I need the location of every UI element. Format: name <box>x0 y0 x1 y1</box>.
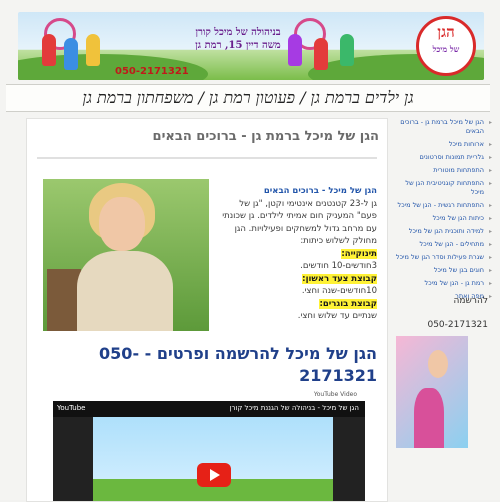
sidebar-item-routine[interactable]: שגרת פעילות וסדר הגן של מיכל <box>392 253 492 262</box>
logo-main-text: הגן <box>437 23 455 41</box>
teacher-photo <box>43 179 209 331</box>
sidebar-item-meals[interactable]: ארוחות מיכל <box>392 140 492 149</box>
post-title[interactable]: הגן של מיכל ברמת גן - ברוכים הבאים <box>153 129 379 144</box>
header-banner[interactable]: בניהולה של מיכל קורן משה דיין 15, רמת גן… <box>18 12 484 80</box>
registration-heading: הגן של מיכל להרשמה ופרטים - -050 2171321 <box>99 344 377 385</box>
header-sign: בניהולה של מיכל קורן משה דיין 15, רמת גן <box>178 26 298 52</box>
group-seniors-text: שנתיים עד שלוש וחצי. <box>297 311 377 321</box>
video-title[interactable]: הגן של מיכל - בניהולה של הגננת מיכל קורן <box>230 404 359 412</box>
group-infants-text: 3חודשים-10 חודשים. <box>300 261 377 271</box>
intro-link[interactable]: הגן של מיכל - ברוכים הבאים <box>217 185 377 198</box>
main-content: הגן של מיכל ברמת גן - ברוכים הבאים הגן ש… <box>26 118 388 502</box>
promo-person <box>414 388 444 448</box>
intro-text: הגן של מיכל - ברוכים הבאים גן ל-23 קטנטנ… <box>217 185 377 323</box>
chair <box>47 269 81 331</box>
child-figure <box>314 38 328 70</box>
child-figure <box>64 38 78 70</box>
sidebar-item-ramat-gan[interactable]: רמת גן - הגן של מיכל <box>392 279 492 288</box>
youtube-logo-text: YouTube <box>57 404 86 412</box>
sidebar: הגן של מיכל ברמת גן - ברוכים הבאים ארוחו… <box>392 118 492 500</box>
sidebar-item-cognitive[interactable]: התפתחות קוגניטיבית הגן של מיכל <box>392 179 492 197</box>
promo-child <box>428 350 448 378</box>
promo-photo <box>396 336 468 448</box>
sign-line-manager: בניהולה של מיכל קורן <box>195 27 281 38</box>
group-seniors-label: קבוצת בוגרים: <box>319 298 377 309</box>
header-phone: 050-2171321 <box>115 66 189 77</box>
group-infants-label: תינוקייה: <box>341 248 377 259</box>
sidebar-item-starting[interactable]: מתחילים - הגן של מיכל <box>392 240 492 249</box>
youtube-video[interactable]: YouTube הגן של מיכל - בניהולה של הגננת מ… <box>53 401 365 501</box>
site-logo[interactable]: הגן של מיכל <box>416 16 476 76</box>
sidebar-item-gallery[interactable]: גלריית תמונות וסרטונים <box>392 153 492 162</box>
child-figure <box>340 34 354 66</box>
sidebar-item-classes[interactable]: כיתות הגן של מיכל <box>392 214 492 223</box>
photo-body <box>77 251 173 331</box>
child-figure <box>86 34 100 66</box>
group-first-step-text: 10חודשים-שנה וחצי. <box>301 286 377 296</box>
register-phone: 050-2171321 <box>427 320 488 330</box>
site-title-bar: גן ילדים ברמת גן / פעוטון רמת גן / משפחת… <box>6 84 490 112</box>
page: בניהולה של מיכל קורן משה דיין 15, רמת גן… <box>0 0 500 502</box>
group-first-step-label: קבוצת צעד ראשון: <box>302 273 377 284</box>
video-caption: YouTube Video <box>313 391 357 398</box>
child-figure <box>42 34 56 66</box>
intro-body: גן ל-23 קטנטנים אינטימי וקטן, "גן של פעם… <box>222 198 377 247</box>
register-title: להרשמה <box>453 296 488 306</box>
divider <box>37 157 377 159</box>
sidebar-item-motor[interactable]: התפתחות מוטורית <box>392 166 492 175</box>
photo-face <box>99 197 145 251</box>
sidebar-item-learning[interactable]: למידה ותוכנית הגן של מיכל <box>392 227 492 236</box>
sign-line-address: משה דיין 15, רמת גן <box>195 40 281 51</box>
sidebar-nav: הגן של מיכל ברמת גן - ברוכים הבאים ארוחו… <box>392 118 492 301</box>
sidebar-item-emotional[interactable]: התפתחות רגשית - הגן של מיכל <box>392 201 493 210</box>
play-icon[interactable] <box>197 463 231 487</box>
sidebar-item-home[interactable]: הגן של מיכל ברמת גן - ברוכים הבאים <box>392 118 492 136</box>
site-title: גן ילדים ברמת גן / פעוטון רמת גן / משפחת… <box>82 88 414 107</box>
sidebar-item-clubs[interactable]: חוגים בגן של מיכל <box>392 266 492 275</box>
video-title-bar: YouTube הגן של מיכל - בניהולה של הגננת מ… <box>53 401 365 417</box>
logo-sub-text: של מיכל <box>432 44 460 54</box>
